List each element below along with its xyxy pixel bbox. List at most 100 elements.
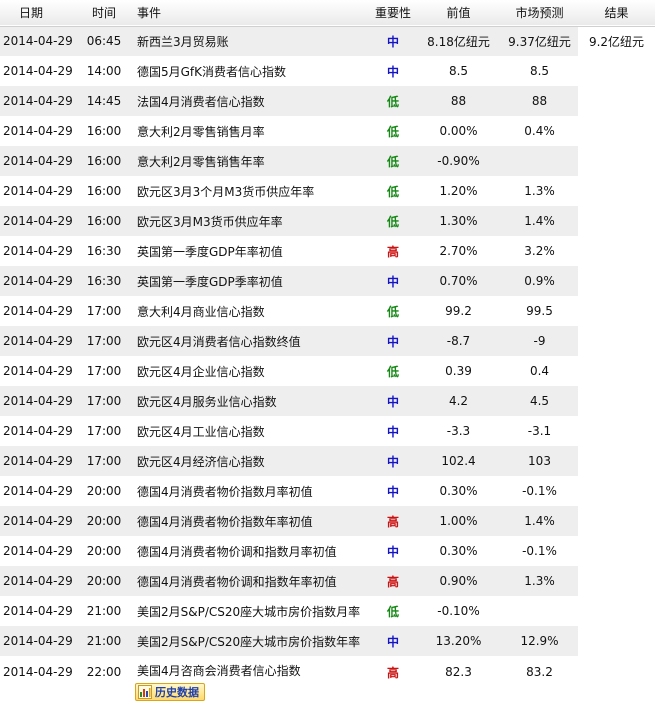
cell-forecast: -0.1% (522, 544, 557, 558)
cell-result (578, 596, 655, 626)
cell-date: 2014-04-29 (3, 394, 73, 408)
cell-forecast: 3.2% (524, 244, 555, 258)
cell-date: 2014-04-29 (3, 94, 73, 108)
cell-date: 2014-04-29 (3, 665, 73, 679)
cell-result (578, 146, 655, 176)
cell-time: 16:00 (86, 184, 122, 198)
cell-previous: 1.00% (439, 514, 478, 528)
cell-forecast: -9 (533, 334, 546, 348)
cell-time: 16:00 (86, 214, 122, 228)
cell-result (578, 506, 655, 536)
cell-previous: -0.90% (437, 154, 480, 168)
table-row: 2014-04-29 21:00 美国2月S&P/CS20座大城市房价指数月率 低 -0… (0, 596, 655, 626)
cell-importance: 低 (386, 154, 399, 169)
cell-event: 欧元区4月企业信心指数 (137, 364, 265, 379)
table-row: 2014-04-29 17:00 欧元区4月工业信心指数 中 -3.3 -3.1 (0, 416, 655, 446)
history-data-label: 历史数据 (155, 686, 199, 699)
cell-time: 14:00 (86, 64, 122, 78)
cell-date: 2014-04-29 (3, 214, 73, 228)
cell-date: 2014-04-29 (3, 184, 73, 198)
cell-date: 2014-04-29 (3, 274, 73, 288)
cell-previous: -0.10% (437, 604, 480, 618)
cell-forecast: -0.1% (522, 484, 557, 498)
column-header-event: 事件 (137, 6, 162, 21)
cell-result (578, 356, 655, 386)
table-row: 2014-04-29 22:00 美国4月咨商会消费者信心指数高 82.3 83.2 (0, 656, 655, 688)
cell-date: 2014-04-29 (3, 334, 73, 348)
cell-event: 德国4月消费者物价指数月率初值 (137, 484, 313, 499)
table-row: 2014-04-29 16:00 欧元区3月M3货币供应年率 低 1.30% 1.4% (0, 206, 655, 236)
cell-previous: 102.4 (441, 454, 476, 468)
cell-importance: 低 (386, 214, 399, 229)
economic-calendar: 日期 时间 事件 重要性 前值 市场预测 结果 2014-04-29 06:45 新… (0, 0, 655, 708)
cell-importance: 中 (386, 34, 399, 49)
cell-previous: 13.20% (435, 634, 482, 648)
cell-event: 美国2月S&P/CS20座大城市房价指数年率 (137, 634, 361, 649)
cell-event: 意大利2月零售销售年率 (137, 154, 265, 169)
cell-result (578, 56, 655, 86)
history-data-button[interactable]: 历史数据 (135, 683, 205, 701)
cell-event: 德国4月消费者物价调和指数月率初值 (137, 544, 337, 559)
cell-previous: 0.00% (439, 124, 478, 138)
cell-importance: 低 (386, 184, 399, 199)
cell-time: 21:00 (86, 604, 122, 618)
cell-previous: 8.18亿纽元 (427, 34, 490, 49)
cell-event: 欧元区4月消费者信心指数终值 (137, 334, 301, 349)
bar-chart-icon (138, 685, 152, 699)
table-row: 2014-04-29 20:00 德国4月消费者物价指数月率初值 中 0.30% -0.1… (0, 476, 655, 506)
cell-importance: 中 (386, 64, 399, 79)
table-row: 2014-04-29 16:30 英国第一季度GDP季率初值 中 0.70% 0.9% (0, 266, 655, 296)
cell-importance: 中 (386, 334, 399, 349)
cell-result: 9.2亿纽元 (578, 26, 655, 56)
cell-date: 2014-04-29 (3, 454, 73, 468)
cell-date: 2014-04-29 (3, 64, 73, 78)
table-header-row: 日期 时间 事件 重要性 前值 市场预测 结果 (0, 0, 655, 26)
cell-time: 20:00 (86, 544, 122, 558)
cell-result (578, 386, 655, 416)
cell-result (578, 116, 655, 146)
table-row: 2014-04-29 14:00 德国5月GfK消费者信心指数 中 8.5 8.5 (0, 56, 655, 86)
cell-previous: 99.2 (445, 304, 472, 318)
cell-date: 2014-04-29 (3, 154, 73, 168)
cell-importance: 低 (386, 124, 399, 139)
cell-event: 英国第一季度GDP年率初值 (137, 244, 283, 259)
cell-previous: 1.30% (439, 214, 478, 228)
cell-forecast: 103 (528, 454, 551, 468)
cell-event: 德国4月消费者物价调和指数年率初值 (137, 574, 337, 589)
column-header-date: 日期 (19, 6, 44, 21)
cell-forecast: 0.4% (524, 124, 555, 138)
cell-importance: 高 (386, 665, 399, 680)
cell-time: 17:00 (86, 364, 122, 378)
cell-forecast: 8.5 (529, 64, 550, 78)
cell-event: 新西兰3月贸易账 (137, 34, 229, 49)
column-header-result: 结果 (604, 6, 629, 21)
cell-event: 欧元区4月服务业信心指数 (137, 394, 277, 409)
cell-previous: -8.7 (446, 334, 471, 348)
table-row: 2014-04-29 16:30 英国第一季度GDP年率初值 高 2.70% 3.2% (0, 236, 655, 266)
cell-result (578, 476, 655, 506)
table-row: 2014-04-29 20:00 德国4月消费者物价指数年率初值 高 1.00% 1.4% (0, 506, 655, 536)
table-row: 2014-04-29 20:00 德国4月消费者物价调和指数月率初值 中 0.30% -0… (0, 536, 655, 566)
table-row: 2014-04-29 16:00 意大利2月零售销售年率 低 -0.90% (0, 146, 655, 176)
cell-forecast (501, 596, 578, 626)
table-row: 2014-04-29 17:00 意大利4月商业信心指数 低 99.2 99.5 (0, 296, 655, 326)
cell-forecast: 1.3% (524, 574, 555, 588)
cell-event: 德国4月消费者物价指数年率初值 (137, 514, 313, 529)
cell-event: 意大利4月商业信心指数 (137, 304, 265, 319)
cell-time: 16:00 (86, 154, 122, 168)
cell-result (578, 416, 655, 446)
cell-event: 欧元区3月3个月M3货币供应年率 (137, 184, 315, 199)
cell-result (578, 296, 655, 326)
table-row: 2014-04-29 16:00 欧元区3月3个月M3货币供应年率 低 1.20% 1.3… (0, 176, 655, 206)
column-header-importance: 重要性 (374, 6, 411, 21)
cell-previous: 88 (450, 94, 467, 108)
cell-forecast: 99.5 (526, 304, 553, 318)
cell-forecast: -3.1 (527, 424, 552, 438)
cell-time: 17:00 (86, 394, 122, 408)
cell-importance: 低 (386, 364, 399, 379)
cell-result (578, 86, 655, 116)
cell-result (578, 206, 655, 236)
cell-time: 21:00 (86, 634, 122, 648)
cell-time: 06:45 (86, 34, 122, 49)
cell-previous: 0.70% (439, 274, 478, 288)
